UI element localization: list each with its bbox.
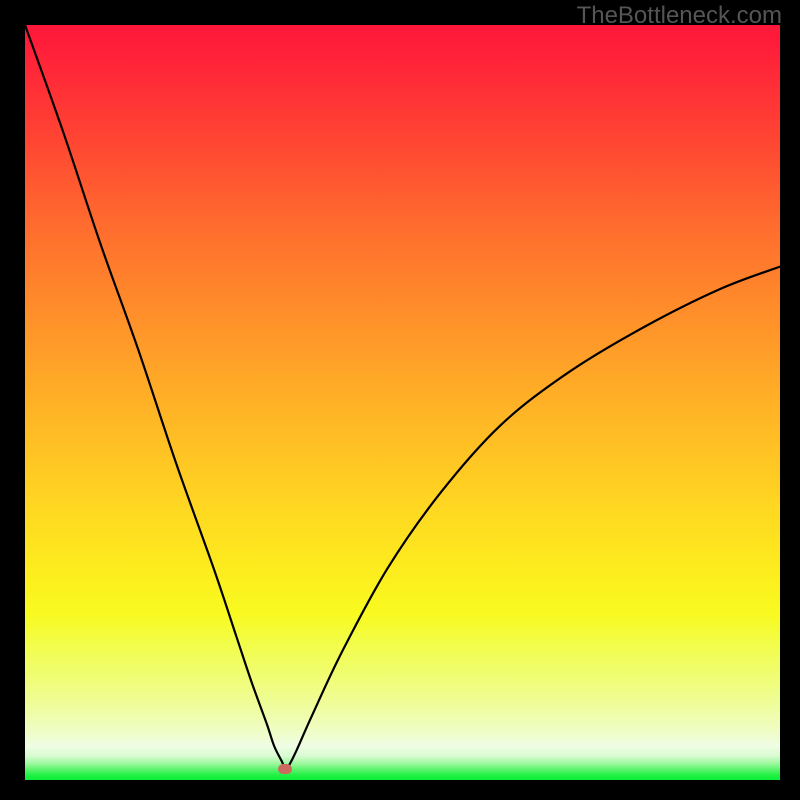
watermark-text: TheBottleneck.com <box>577 2 782 30</box>
bottleneck-curve <box>25 25 780 780</box>
minimum-marker <box>278 764 292 774</box>
chart-plot-area <box>25 25 780 780</box>
